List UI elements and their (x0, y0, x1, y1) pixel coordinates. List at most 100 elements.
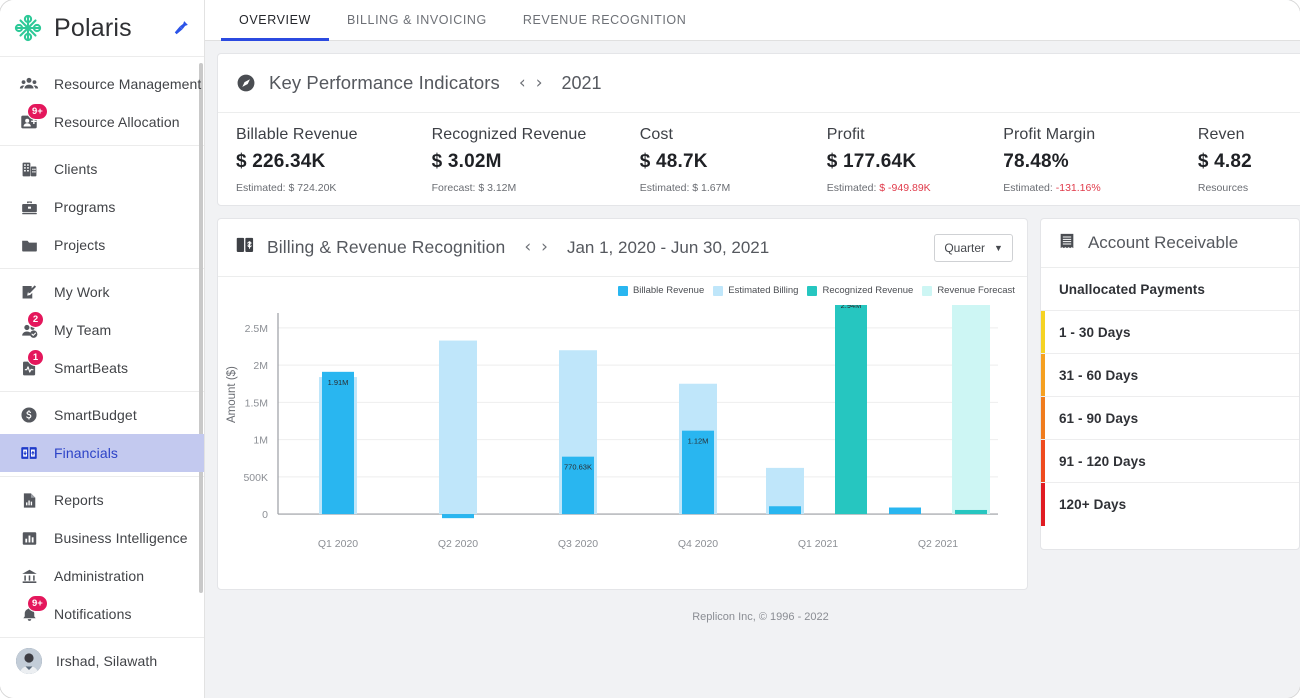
sidebar-item-resource-management[interactable]: Resource Management (0, 65, 204, 103)
svg-text:1.5M: 1.5M (245, 397, 268, 409)
tab-billing-invoicing[interactable]: BILLING & INVOICING (329, 0, 505, 40)
sidebar-item-projects[interactable]: Projects (0, 226, 204, 264)
main-content: OVERVIEW BILLING & INVOICING REVENUE REC… (205, 0, 1300, 698)
legend-label: Revenue Forecast (937, 285, 1015, 296)
nav-group: Reports Business Intelligence Administra… (0, 477, 204, 638)
legend-swatch (922, 285, 933, 296)
badge-count: 1 (27, 349, 44, 366)
nav-group: Irshad, Silawath (0, 638, 204, 684)
chart-svg[interactable]: 0 500K 1M 1.5M 2M 2.5M 1.91M Q1 2020 Q2 2020 770.… (218, 295, 1018, 563)
granularity-select[interactable]: Quarter ▼ (934, 233, 1013, 262)
svg-text:0: 0 (262, 509, 268, 521)
sidebar-item-notifications[interactable]: 9+ Notifications (0, 595, 204, 633)
sidebar-item-business-intelligence[interactable]: Business Intelligence (0, 519, 204, 557)
book-dollar-icon (234, 234, 256, 261)
kpi-billable-revenue: Billable Revenue $ 226.34K Estimated: $ … (218, 126, 414, 205)
sidebar-item-user-profile[interactable]: Irshad, Silawath (0, 642, 204, 680)
legend-item-estimated-billing[interactable]: Estimated Billing (713, 285, 798, 296)
chart-next-period-button[interactable]: › (536, 239, 553, 256)
tab-revenue-recognition[interactable]: REVENUE RECOGNITION (505, 0, 705, 40)
building-icon (18, 158, 40, 180)
sidebar-item-financials[interactable]: Financials (0, 434, 204, 472)
nav-group: Resource Management 9+ Resource Allocati… (0, 61, 204, 146)
svg-text:1.12M: 1.12M (688, 437, 709, 446)
kpi-revenue-per-resource: Reven $ 4.82 Resources (1180, 126, 1300, 205)
ar-row-color-stripe (1040, 397, 1045, 439)
legend-item-revenue-forecast[interactable]: Revenue Forecast (922, 285, 1015, 296)
kpi-value: 78.48% (1003, 151, 1069, 172)
kpi-subtext: Estimated: $ 1.67M (640, 182, 809, 194)
dollar-circle-icon (18, 404, 40, 426)
bell-icon: 9+ (18, 595, 48, 625)
sidebar-item-label: SmartBudget (54, 407, 137, 423)
sidebar-item-smartbudget[interactable]: SmartBudget (0, 396, 204, 434)
pin-icon[interactable] (172, 19, 190, 37)
edit-board-icon (18, 281, 40, 303)
ar-row-31-60-days[interactable]: 31 - 60 Days (1040, 354, 1299, 397)
sidebar-item-label: Business Intelligence (54, 530, 188, 546)
kpi-profit: Profit $ 177.64K Estimated: $ -949.89K (809, 126, 985, 205)
kpi-label: Reven (1197, 126, 1245, 143)
kpi-cost: Cost $ 48.7K Estimated: $ 1.67M (622, 126, 809, 205)
badge-count: 9+ (27, 595, 48, 612)
kpi-sub-prefix: Estimated: (1003, 182, 1056, 194)
ar-row-label: 31 - 60 Days (1058, 367, 1139, 383)
kpi-next-period-button[interactable]: › (531, 74, 548, 92)
sidebar-nav: Resource Management 9+ Resource Allocati… (0, 57, 204, 698)
sidebar-item-label: Administration (54, 568, 145, 584)
ar-row-61-90-days[interactable]: 61 - 90 Days (1040, 397, 1299, 440)
tab-bar: OVERVIEW BILLING & INVOICING REVENUE REC… (205, 0, 1300, 41)
kpi-card: Key Performance Indicators ‹ › 2021 Bill… (217, 53, 1300, 206)
kpi-label: Recognized Revenue (431, 126, 587, 143)
sidebar-item-label: My Team (54, 322, 112, 338)
avatar (16, 648, 42, 674)
ar-row-120-plus-days[interactable]: 120+ Days (1040, 483, 1299, 526)
kpi-subtext: Estimated: $ 724.20K (236, 182, 414, 194)
legend-item-billable-revenue[interactable]: Billable Revenue (617, 285, 704, 296)
legend-item-recognized-revenue[interactable]: Recognized Revenue (807, 285, 913, 296)
kpi-prev-period-button[interactable]: ‹ (514, 74, 531, 92)
svg-text:770.63K: 770.63K (564, 463, 592, 472)
sidebar-item-label: Financials (54, 445, 119, 461)
sidebar-item-programs[interactable]: Programs (0, 188, 204, 226)
svg-text:2.5M: 2.5M (245, 323, 268, 335)
kpi-card-title: Key Performance Indicators (269, 72, 500, 93)
kpi-subtext: Estimated: -131.16% (1003, 182, 1180, 194)
kpi-card-header: Key Performance Indicators ‹ › 2021 (218, 54, 1300, 113)
sidebar-item-administration[interactable]: Administration (0, 557, 204, 595)
svg-text:Q1 2020: Q1 2020 (318, 538, 358, 550)
kpi-sub-value: $ 1.67M (692, 182, 731, 194)
chart-prev-period-button[interactable]: ‹ (519, 239, 536, 256)
chart-y-axis-title: Amount ($) (226, 366, 238, 423)
badge-count: 2 (27, 311, 44, 328)
sidebar-item-my-team[interactable]: 2 My Team (0, 311, 204, 349)
flower-logo-icon (12, 12, 44, 44)
ar-row-color-stripe (1040, 483, 1045, 526)
kpi-sub-value: $ -949.89K (879, 182, 931, 194)
folder-icon (18, 234, 40, 256)
sidebar-item-resource-allocation[interactable]: 9+ Resource Allocation (0, 103, 204, 141)
sidebar-item-my-work[interactable]: My Work (0, 273, 204, 311)
footer-copyright: Replicon Inc, © 1996 - 2022 (692, 611, 829, 623)
kpi-label: Profit Margin (1003, 126, 1096, 143)
nav-group: My Work 2 My Team 1 SmartBeats (0, 269, 204, 392)
ar-row-label: Unallocated Payments (1058, 281, 1205, 297)
sidebar-item-smartbeats[interactable]: 1 SmartBeats (0, 349, 204, 387)
ar-row-1-30-days[interactable]: 1 - 30 Days (1040, 311, 1299, 354)
legend-swatch (713, 285, 724, 296)
kpi-sub-prefix: Estimated: (639, 182, 693, 194)
ar-row-unallocated-payments[interactable]: Unallocated Payments (1040, 268, 1299, 311)
kpi-label: Profit (826, 126, 865, 143)
ar-row-91-120-days[interactable]: 91 - 120 Days (1040, 440, 1299, 483)
kpi-value: $ 226.34K (236, 151, 326, 172)
sidebar-item-reports[interactable]: Reports (0, 481, 204, 519)
kpi-value: $ 3.02M (431, 151, 502, 172)
legend-swatch (807, 285, 818, 296)
sidebar-item-clients[interactable]: Clients (0, 150, 204, 188)
brand-name: Polaris (54, 13, 132, 42)
tab-overview[interactable]: OVERVIEW (221, 0, 329, 41)
chart-date-range: Jan 1, 2020 - Jun 30, 2021 (566, 237, 770, 257)
dashboard-row: Billing & Revenue Recognition ‹ › Jan 1,… (217, 218, 1300, 590)
chart-period-nav: ‹ › (519, 239, 553, 256)
report-doc-icon (18, 489, 40, 511)
